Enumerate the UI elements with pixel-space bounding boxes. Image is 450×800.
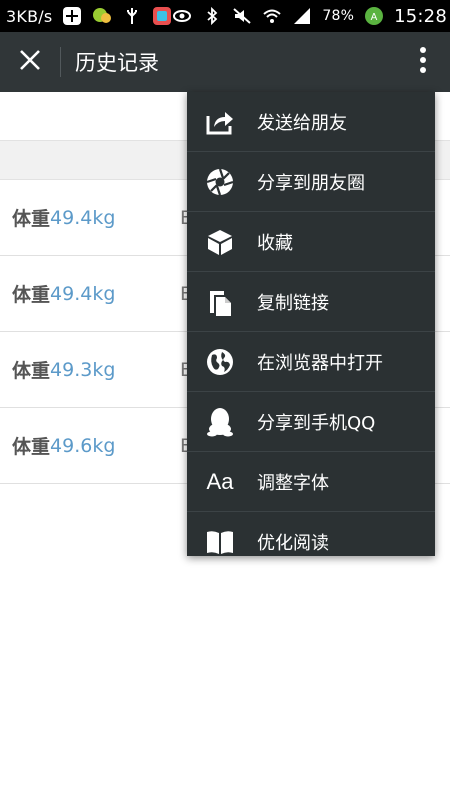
chat-notification-icon [92, 6, 112, 26]
menu-item-label: 分享到手机QQ [257, 412, 376, 434]
close-button[interactable] [0, 32, 60, 92]
record-value: 49.4kg [50, 206, 116, 229]
menu-item-label: 复制链接 [257, 292, 329, 314]
menu-item-share-moments[interactable]: 分享到朋友圈 [187, 152, 435, 212]
moments-icon [203, 165, 237, 199]
menu-item-open-in-browser[interactable]: 在浏览器中打开 [187, 332, 435, 392]
clock: 15:28 [394, 5, 447, 27]
app-notification-icon [152, 6, 172, 26]
battery-icon: A [364, 6, 384, 26]
record-value: 49.6kg [50, 434, 116, 457]
menu-item-adjust-font[interactable]: Aa 调整字体 [187, 452, 435, 512]
record-value: 49.3kg [50, 358, 116, 381]
mute-icon [232, 6, 252, 26]
bluetooth-icon [202, 6, 222, 26]
eye-icon [172, 6, 192, 26]
share-icon [203, 105, 237, 139]
browser-globe-icon [203, 345, 237, 379]
overflow-menu: 发送给朋友 分享到朋友圈 收藏 复制链接 在浏览器中打开 分享到手机QQ Aa … [187, 92, 435, 556]
menu-item-label: 分享到朋友圈 [257, 172, 365, 194]
add-notification-icon [62, 6, 82, 26]
menu-item-optimize-reading[interactable]: 优化阅读 [187, 512, 435, 556]
record-label: 体重 [12, 208, 51, 230]
copy-link-icon [203, 285, 237, 319]
title-bar: 历史记录 [0, 32, 450, 92]
record-value: 49.4kg [50, 282, 116, 305]
page-title: 历史记录 [75, 51, 159, 75]
network-speed: 3KB/s [6, 6, 53, 26]
record-label: 体重 [12, 360, 51, 382]
signal-icon [292, 6, 312, 26]
record-label: 体重 [12, 284, 51, 306]
wifi-icon [262, 6, 282, 26]
more-options-button[interactable] [408, 32, 438, 92]
record-label: 体重 [12, 436, 51, 458]
font-size-icon: Aa [206, 468, 234, 494]
usb-icon [122, 6, 142, 26]
menu-item-label: 调整字体 [257, 472, 329, 494]
menu-item-share-qq[interactable]: 分享到手机QQ [187, 392, 435, 452]
menu-item-favorite[interactable]: 收藏 [187, 212, 435, 272]
favorite-box-icon [203, 225, 237, 259]
svg-text:A: A [371, 12, 378, 23]
menu-item-label: 在浏览器中打开 [257, 352, 383, 374]
menu-item-send-to-friend[interactable]: 发送给朋友 [187, 92, 435, 152]
menu-item-label: 收藏 [257, 232, 293, 254]
menu-item-label: 发送给朋友 [257, 112, 347, 134]
qq-icon [203, 405, 237, 439]
status-bar: 3KB/s 78% A 15:28 [0, 0, 450, 32]
battery-percent: 78% [322, 8, 355, 24]
menu-item-label: 优化阅读 [257, 532, 329, 554]
read-mode-icon [203, 525, 237, 557]
more-vertical-icon [419, 47, 427, 77]
close-icon [19, 49, 41, 75]
title-divider [60, 47, 61, 77]
menu-item-copy-link[interactable]: 复制链接 [187, 272, 435, 332]
